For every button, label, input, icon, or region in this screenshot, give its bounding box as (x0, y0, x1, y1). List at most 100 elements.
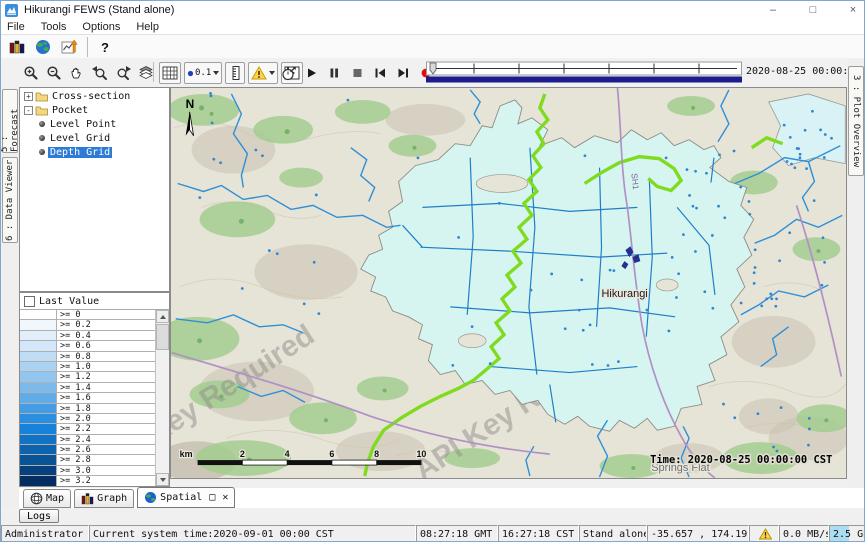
legend-swatch (20, 383, 57, 392)
zoom-next-icon[interactable] (113, 62, 133, 84)
legend-row[interactable]: >= 1.8 (20, 404, 156, 414)
legend-swatch (20, 372, 57, 381)
grid-value-dropdown[interactable]: 0.1 (184, 62, 222, 84)
legend-label: >= 1.8 (57, 404, 91, 413)
status-data-rate: 0.0 MB/s (779, 525, 829, 542)
logs-row: Logs (1, 508, 865, 525)
menu-bar: File Tools Options Help (1, 19, 865, 35)
tab-data-viewer[interactable]: 6 : Data Viewer (2, 157, 18, 243)
zoom-in-icon[interactable] (21, 62, 41, 84)
legend-row[interactable]: >= 1.2 (20, 372, 156, 382)
tree-item[interactable]: Level Grid (20, 132, 169, 144)
road-label: SH1 (629, 173, 641, 191)
app-icon (5, 4, 18, 17)
zoom-out-icon[interactable] (44, 62, 64, 84)
tab-plot-overview[interactable]: 3 : Plot Overview (848, 66, 864, 176)
step-forward-icon[interactable] (393, 62, 413, 84)
tree-item[interactable]: + Cross-section (20, 90, 169, 102)
grid-display-icon[interactable] (159, 62, 181, 84)
last-value-checkbox[interactable] (24, 296, 35, 307)
legend-label: >= 2.6 (57, 445, 91, 454)
scroll-down-icon[interactable] (156, 473, 169, 486)
legend-row[interactable]: >= 3.2 (20, 476, 156, 486)
status-system-time: Current system time:2020-09-01 00:00 CST (89, 525, 416, 542)
svg-text:4: 4 (285, 449, 290, 459)
legend-swatch (20, 445, 57, 454)
legend-swatch (20, 404, 57, 413)
map-canvas[interactable]: API Key Required API Key Required (171, 88, 846, 478)
legend-row[interactable]: >= 1.0 (20, 362, 156, 372)
map-view[interactable]: API Key Required API Key Required (170, 87, 847, 479)
legend-row[interactable]: >= 0.8 (20, 352, 156, 362)
stop-icon[interactable] (347, 62, 367, 84)
legend-row[interactable]: >= 2.2 (20, 424, 156, 434)
legend-row[interactable]: >= 2.8 (20, 455, 156, 465)
legend-label: >= 0.8 (57, 352, 91, 361)
menu-file[interactable]: File (7, 21, 25, 33)
help-icon[interactable]: ? (95, 36, 115, 58)
chevron-down-icon (213, 71, 219, 75)
scroll-up-icon[interactable] (156, 310, 169, 323)
pan-hand-icon[interactable] (67, 62, 87, 84)
legend-swatch (20, 341, 57, 350)
legend-label: >= 0 (57, 310, 80, 319)
minimize-button[interactable]: – (766, 4, 780, 16)
legend-row[interactable]: >= 0.4 (20, 331, 156, 341)
tree-item[interactable]: Depth Grid (20, 146, 169, 158)
step-back-icon[interactable] (370, 62, 390, 84)
tab-forecast[interactable]: 5 : Forecast (2, 89, 18, 153)
tab-map[interactable]: Map (23, 489, 71, 508)
tree-item[interactable]: -Pocket (20, 104, 169, 116)
menu-help[interactable]: Help (136, 21, 159, 33)
legend-label: >= 0.6 (57, 341, 91, 350)
time-slider[interactable] (426, 61, 742, 84)
legend-row[interactable]: >= 2.0 (20, 414, 156, 424)
tab-spatial[interactable]: Spatial □ ✕ (137, 487, 235, 508)
play-icon[interactable] (301, 62, 321, 84)
menu-tools[interactable]: Tools (41, 21, 67, 33)
tree-expander[interactable]: + (24, 92, 33, 101)
tree-item-label: Level Point (48, 119, 118, 130)
globe-icon[interactable] (31, 36, 55, 58)
tree-view: + Cross-section -Pocket Level Point Level Gr… (19, 87, 170, 292)
title-bar: Hikurangi FEWS (Stand alone) – □ × (1, 1, 865, 19)
logs-button[interactable]: Logs (19, 509, 59, 523)
close-button[interactable]: × (846, 4, 860, 16)
tree-item-label: Depth Grid (48, 147, 112, 158)
main-toolbar: ? (1, 35, 865, 59)
set-time-icon[interactable] (279, 62, 299, 84)
graph-bars-icon (81, 492, 94, 505)
tree-expander[interactable]: - (24, 106, 33, 115)
tree-item[interactable]: Level Point (20, 118, 169, 130)
panel-maximize-icon[interactable]: □ (209, 492, 215, 503)
bottom-tab-bar: Map Graph Spatial □ ✕ (19, 488, 865, 508)
timeseries-icon[interactable] (57, 36, 83, 58)
legend-row[interactable]: >= 1.4 (20, 383, 156, 393)
maximize-button[interactable]: □ (806, 4, 820, 16)
menu-options[interactable]: Options (82, 21, 120, 33)
legend-label: >= 3.0 (57, 466, 91, 475)
status-coordinates: -35.657 , 174.199 (647, 525, 749, 542)
panel-close-icon[interactable]: ✕ (222, 492, 228, 503)
legend-row[interactable]: >= 0.6 (20, 341, 156, 351)
tree-item-label: Cross-section (50, 91, 132, 102)
status-warning-icon[interactable] (749, 525, 779, 542)
warning-threshold-dropdown[interactable] (248, 62, 278, 84)
legend-row[interactable]: >= 1.6 (20, 393, 156, 403)
legend-row[interactable]: >= 2.4 (20, 435, 156, 445)
legend-swatch (20, 466, 57, 475)
status-mode: Stand alone (579, 525, 647, 542)
legend-scrollbar[interactable] (155, 310, 169, 486)
ruler-scale-icon[interactable] (225, 62, 245, 84)
pause-icon[interactable] (324, 62, 344, 84)
scrollbar-thumb[interactable] (156, 324, 169, 350)
zoom-previous-icon[interactable] (90, 62, 110, 84)
legend-row[interactable]: >= 3.0 (20, 466, 156, 476)
tab-graph[interactable]: Graph (74, 489, 134, 508)
legend-row[interactable]: >= 0.2 (20, 320, 156, 330)
legend-row[interactable]: >= 2.6 (20, 445, 156, 455)
legend-row[interactable]: >= 0 (20, 310, 156, 320)
map-time-label: Time: 2020-08-25 00:00:00 CST (650, 454, 832, 466)
legend-swatch (20, 320, 57, 329)
explorer-bars-icon[interactable] (5, 36, 29, 58)
